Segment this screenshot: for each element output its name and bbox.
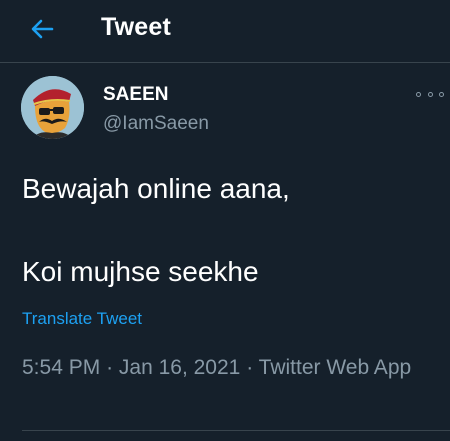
- translate-tweet-link[interactable]: Translate Tweet: [22, 309, 142, 329]
- more-options-icon: [427, 91, 433, 97]
- tweet-text-line: Koi mujhse seekhe: [22, 256, 259, 287]
- more-options-icon: [416, 91, 421, 97]
- author-display-name[interactable]: SAEEN: [103, 84, 168, 106]
- avatar[interactable]: [21, 76, 84, 139]
- tweet-metadata: 5:54 PM · Jan 16, 2021 · Twitter Web App: [22, 352, 422, 383]
- separator: ·: [106, 356, 114, 379]
- divider: [22, 430, 450, 431]
- more-options-button[interactable]: [416, 86, 444, 102]
- tweet-source[interactable]: Twitter Web App: [259, 356, 412, 379]
- page-title: Tweet: [101, 13, 171, 41]
- author-handle[interactable]: @IamSaeen: [103, 113, 209, 135]
- more-options-icon: [439, 91, 444, 97]
- tweet-text-line: Bewajah online aana,: [22, 173, 290, 204]
- avatar-image: [21, 76, 84, 139]
- tweet-time[interactable]: 5:54 PM: [22, 356, 100, 379]
- arrow-left-icon: [31, 19, 54, 39]
- top-bar: Tweet: [0, 0, 450, 63]
- back-button[interactable]: [26, 16, 58, 42]
- separator: ·: [246, 356, 254, 379]
- tweet-date[interactable]: Jan 16, 2021: [119, 356, 240, 379]
